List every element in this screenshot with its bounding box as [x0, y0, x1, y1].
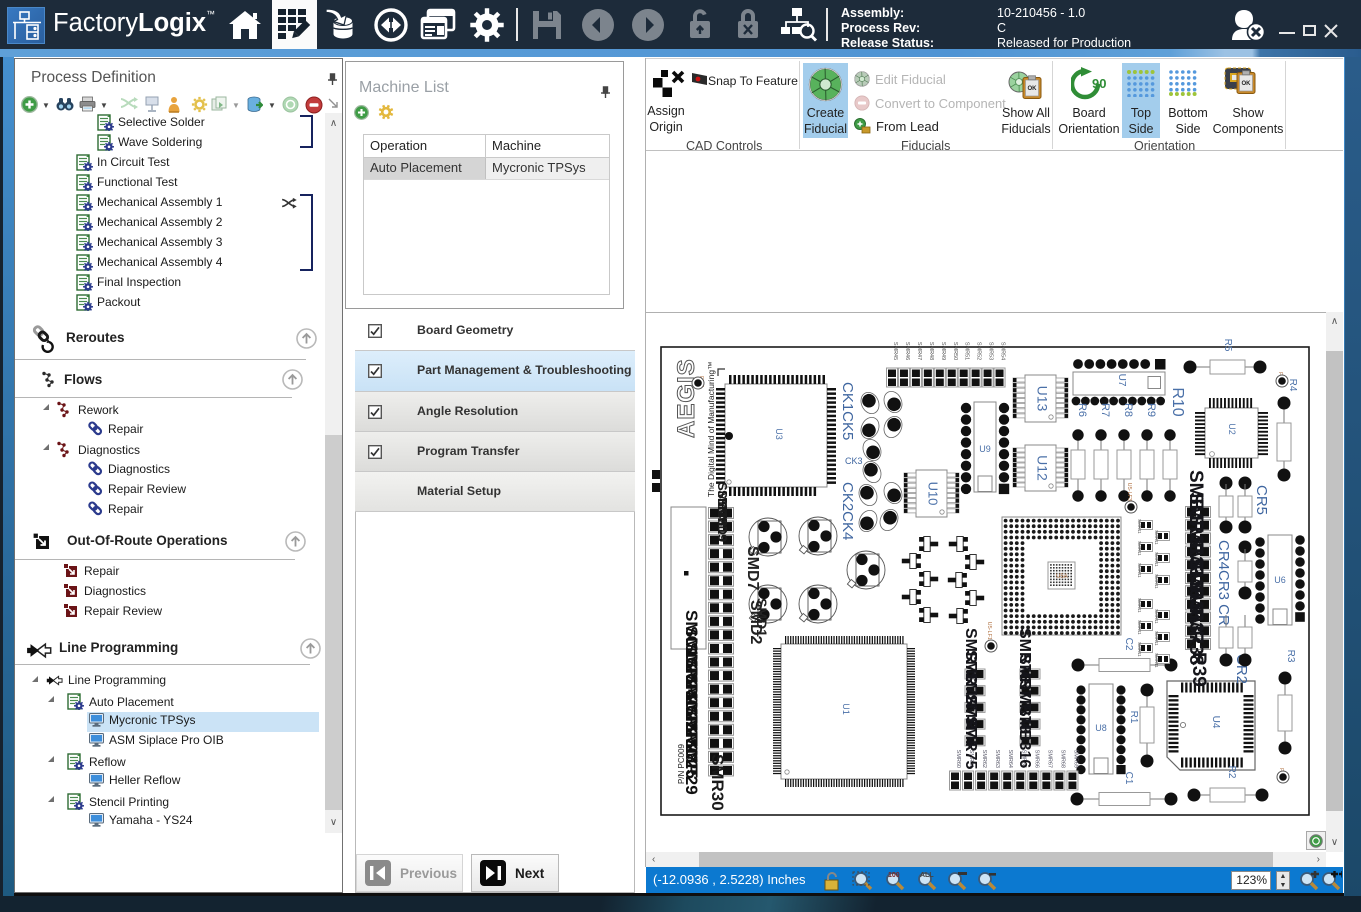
svg-text:U4: U4	[1210, 716, 1221, 729]
svg-text:R3: R3	[1285, 650, 1296, 663]
svg-text:SMR48: SMR48	[928, 342, 934, 360]
svg-text:SMR11: SMR11	[1137, 620, 1142, 635]
svg-text:SMR66: SMR66	[1033, 750, 1039, 768]
svg-text:CK1CK5: CK1CK5	[839, 382, 856, 440]
svg-text:R1: R1	[1128, 711, 1139, 724]
svg-text:SMR52: SMR52	[976, 342, 982, 360]
svg-text:SMR49: SMR49	[940, 342, 946, 360]
svg-text:U8: U8	[1095, 723, 1107, 733]
svg-text:CR5: CR5	[1253, 485, 1270, 515]
svg-text:U3: U3	[774, 428, 784, 440]
svg-text:SMR47: SMR47	[916, 342, 922, 360]
svg-text:U1: U1	[841, 703, 851, 715]
svg-text:U6: U6	[1274, 575, 1286, 585]
svg-text:R6: R6	[1076, 403, 1088, 417]
svg-text:SMR11: SMR11	[1154, 530, 1159, 545]
svg-text:SMR45: SMR45	[892, 342, 898, 360]
svg-text:U9: U9	[979, 444, 991, 454]
svg-text:U5-LF3: U5-LF3	[1126, 483, 1132, 501]
svg-text:SMR46: SMR46	[904, 342, 910, 360]
svg-text:OK: OK	[1028, 86, 1038, 92]
svg-text:SMR11: SMR11	[1154, 631, 1159, 646]
svg-text:R4: R4	[1287, 379, 1298, 392]
svg-text:SMR11: SMR11	[1154, 653, 1159, 668]
svg-text:SMR64: SMR64	[1007, 750, 1013, 768]
svg-text:R10: R10	[1169, 387, 1186, 416]
svg-text:SMR62: SMR62	[981, 750, 987, 768]
svg-text:U13: U13	[1035, 386, 1051, 412]
svg-text:R8: R8	[1122, 403, 1134, 417]
svg-text:SMR50: SMR50	[952, 342, 958, 360]
svg-text:P/N PC009: P/N PC009	[677, 743, 686, 784]
svg-text:SMR11: SMR11	[1137, 519, 1142, 534]
svg-text:U10: U10	[926, 482, 941, 506]
svg-text:R5: R5	[1222, 339, 1233, 352]
svg-text:OK: OK	[1242, 81, 1252, 87]
svg-text:SMR75: SMR75	[962, 716, 979, 769]
svg-text:SMR30: SMR30	[708, 754, 727, 811]
svg-text:SMB316: SMB316	[1016, 706, 1033, 768]
svg-text:R7: R7	[1099, 403, 1111, 417]
svg-text:ALL: ALL	[920, 872, 934, 879]
svg-text:SMD1: SMD1	[754, 598, 770, 637]
svg-text:CK2CK4: CK2CK4	[839, 482, 856, 540]
svg-text:SMR51: SMR51	[964, 342, 970, 360]
svg-text:SMR11: SMR11	[1137, 598, 1142, 613]
svg-text:C2: C2	[1123, 638, 1134, 651]
svg-text:SMR68: SMR68	[1059, 750, 1065, 768]
svg-text:SMR53: SMR53	[988, 342, 994, 360]
svg-text:R39: R39	[1188, 652, 1209, 687]
svg-text:C1: C1	[1123, 772, 1134, 785]
svg-text:90: 90	[1092, 76, 1106, 91]
svg-text:U12: U12	[1035, 455, 1051, 481]
svg-text:AEGIS: AEGIS	[673, 358, 700, 438]
svg-text:CR4CR3 CR1: CR4CR3 CR1	[1215, 540, 1232, 634]
svg-text:R2: R2	[1226, 766, 1237, 779]
svg-text:SMR11: SMR11	[1137, 563, 1142, 578]
svg-text:SMR11: SMR11	[1154, 574, 1159, 589]
svg-text:SMR54: SMR54	[1000, 342, 1006, 360]
svg-text:SMD9: SMD9	[715, 506, 730, 542]
svg-text:SMR11: SMR11	[1154, 609, 1159, 624]
svg-text:SMR60: SMR60	[955, 750, 961, 768]
svg-text:SMR11: SMR11	[1137, 642, 1142, 657]
svg-text:SMD7: SMD7	[744, 546, 761, 591]
svg-text:100: 100	[888, 872, 900, 879]
svg-text:U2: U2	[1227, 423, 1237, 435]
svg-text:The Digital Mind of Manufactur: The Digital Mind of Manufacturing™	[706, 361, 716, 497]
svg-text:SMR11: SMR11	[1154, 552, 1159, 567]
svg-text:SMR67: SMR67	[1046, 750, 1052, 768]
svg-text:CK3: CK3	[845, 456, 863, 466]
svg-text:SMR69: SMR69	[1072, 750, 1078, 768]
svg-text:U5A: U5A	[1056, 574, 1068, 580]
svg-text:U5-LF1: U5-LF1	[986, 622, 992, 640]
svg-text:R9: R9	[1145, 403, 1157, 417]
svg-text:SMR63: SMR63	[994, 750, 1000, 768]
svg-text:SMR11: SMR11	[1137, 541, 1142, 556]
svg-text:U7: U7	[1116, 374, 1127, 387]
